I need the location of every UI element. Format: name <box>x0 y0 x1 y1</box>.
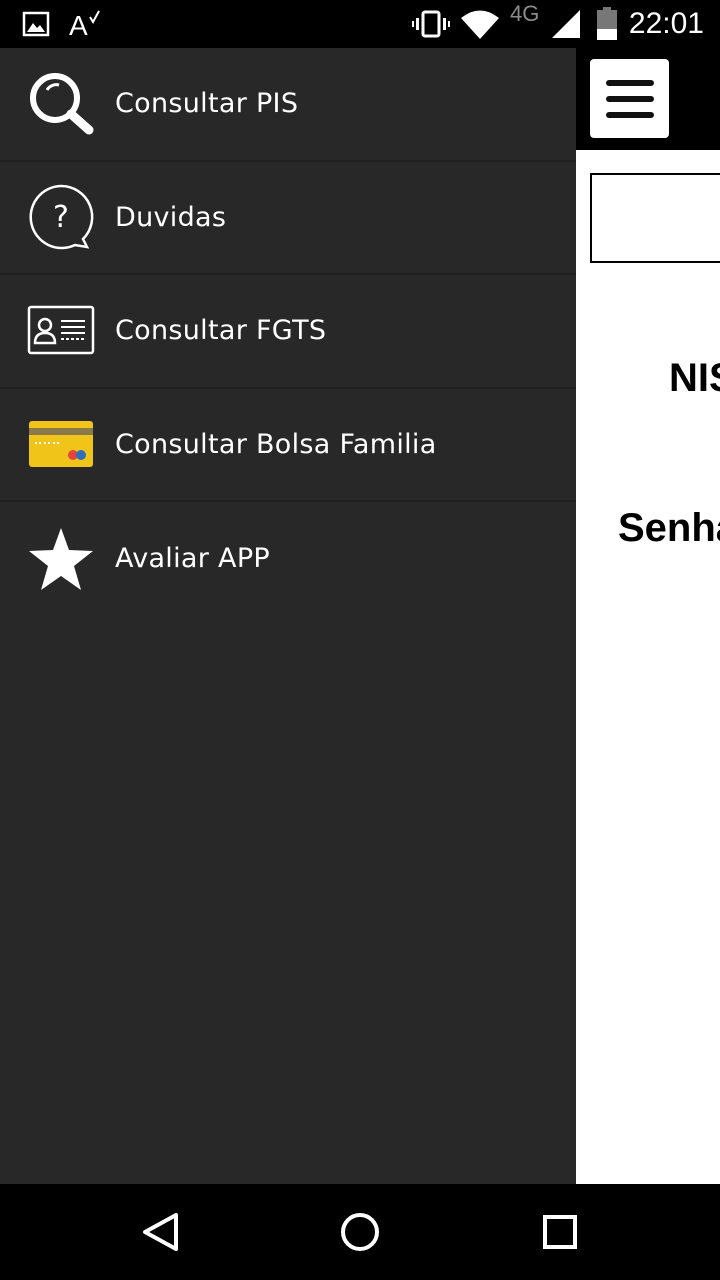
svg-text:A: A <box>69 10 88 39</box>
vibrate-icon <box>412 0 450 48</box>
drawer-item-label: Consultar FGTS <box>115 315 327 347</box>
drawer-item-consultar-bolsa-familia[interactable]: Consultar Bolsa Familia <box>0 389 576 502</box>
menu-icon-bar <box>605 95 654 102</box>
image-notification-icon <box>22 0 50 48</box>
menu-icon-bar <box>605 79 654 86</box>
menu-icon-bar <box>605 111 654 118</box>
back-icon[interactable] <box>136 1208 184 1256</box>
search-icon <box>27 70 95 138</box>
credit-card-icon <box>27 410 95 478</box>
drawer-item-label: Consultar PIS <box>115 88 299 120</box>
drawer-item-consultar-fgts[interactable]: Consultar FGTS <box>0 275 576 389</box>
battery-icon <box>596 0 618 48</box>
drawer-item-consultar-pis[interactable]: Consultar PIS <box>0 48 576 162</box>
main-content-panel: NIS Senha <box>576 150 720 1184</box>
status-clock: 22:01 <box>628 7 704 40</box>
home-icon[interactable] <box>336 1208 384 1256</box>
recents-icon[interactable] <box>536 1208 584 1256</box>
drawer-item-duvidas[interactable]: ? Duvidas <box>0 162 576 275</box>
network-type: 4G <box>510 1 540 26</box>
nis-label: NIS <box>669 356 720 400</box>
navigation-drawer: Consultar PIS ? Duvidas Consultar FGTS C… <box>0 48 576 1184</box>
senha-label: Senha <box>618 506 720 550</box>
wifi-icon <box>460 0 500 48</box>
system-nav-bar <box>0 1184 720 1280</box>
drawer-item-label: Avaliar APP <box>115 543 270 575</box>
input-field[interactable] <box>590 173 720 263</box>
star-icon <box>27 525 95 593</box>
status-bar: A 4G 22:01 <box>0 0 720 48</box>
drawer-item-label: Consultar Bolsa Familia <box>115 428 437 460</box>
hamburger-menu-button[interactable] <box>590 59 669 138</box>
signal-icon <box>550 0 582 48</box>
help-icon: ? <box>27 183 95 251</box>
drawer-item-label: Duvidas <box>115 201 227 233</box>
spellcheck-icon: A <box>68 0 102 48</box>
svg-text:?: ? <box>53 200 69 235</box>
drawer-item-avaliar-app[interactable]: Avaliar APP <box>0 502 576 616</box>
id-card-icon <box>27 297 95 365</box>
